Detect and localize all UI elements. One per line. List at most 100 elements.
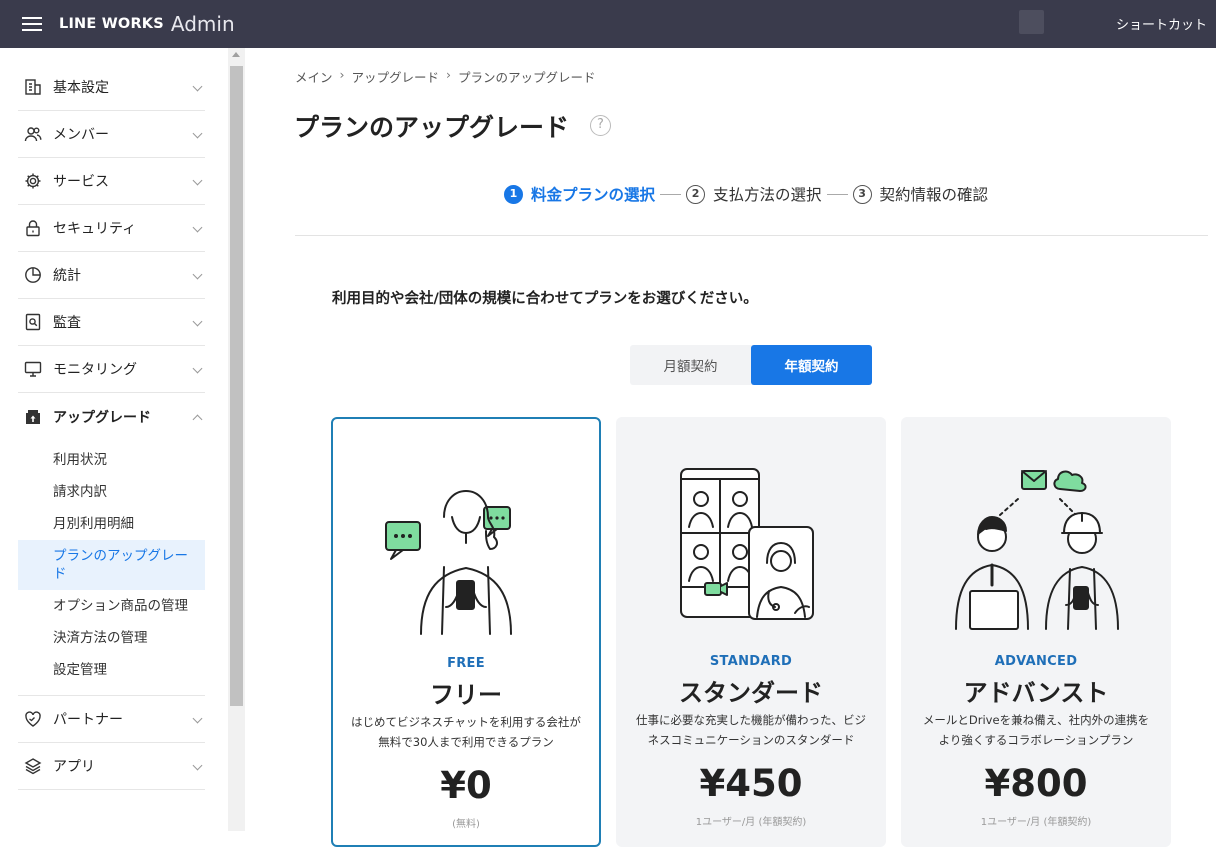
submenu-item-settings-management[interactable]: 設定管理	[18, 654, 205, 686]
section-divider	[295, 235, 1208, 236]
collaboration-illustration-icon	[955, 470, 1119, 630]
sidebar-item-label: 監査	[53, 315, 81, 331]
hamburger-menu-icon[interactable]	[22, 17, 42, 31]
sidebar-menu: 基本設定 メンバー サービス セキュリティ 統計 監査 モニタリング アップグレ…	[18, 64, 205, 790]
breadcrumb-separator-icon: ›	[446, 67, 452, 82]
submenu-item-monthly-usage[interactable]: 月別利用明細	[18, 508, 205, 540]
upgrade-icon	[23, 407, 43, 427]
sidebar-item-statistics[interactable]: 統計	[18, 252, 205, 299]
brand-logo[interactable]: LINE WORKS	[59, 16, 164, 32]
step-1: 1 料金プランの選択	[504, 183, 655, 205]
annual-contract-button[interactable]: 年額契約	[751, 345, 872, 385]
plan-name: フリー	[430, 681, 502, 709]
sidebar: 基本設定 メンバー サービス セキュリティ 統計 監査 モニタリング アップグレ…	[0, 48, 228, 831]
sidebar-item-members[interactable]: メンバー	[18, 111, 205, 158]
billing-period-toggle: 月額契約 年額契約	[630, 345, 872, 385]
plan-price-unit: 1ユーザー/月 (年額契約)	[695, 817, 807, 828]
chevron-down-icon	[192, 363, 203, 374]
plan-price-unit: (無料)	[452, 819, 480, 830]
step-label: 支払方法の選択	[713, 186, 822, 204]
progress-steps: 1 料金プランの選択 2 支払方法の選択 3 契約情報の確認	[504, 183, 988, 205]
step-number: 1	[504, 184, 523, 204]
sidebar-item-basic-settings[interactable]: 基本設定	[18, 64, 205, 111]
plan-description: 仕事に必要な充実した機能が備わった、ビジネスコミュニケーションのスタンダード	[636, 713, 866, 747]
plan-tier: FREE	[447, 656, 485, 671]
top-bar: LINE WORKS Admin ショートカット	[0, 0, 1216, 48]
sidebar-item-audit[interactable]: 監査	[18, 299, 205, 346]
shortcut-link[interactable]: ショートカット	[1116, 14, 1207, 33]
submenu-item-payment-method[interactable]: 決済方法の管理	[18, 622, 205, 654]
submenu-item-billing-details[interactable]: 請求内訳	[18, 476, 205, 508]
plan-card-free[interactable]: FREE フリー はじめてビジネスチャットを利用する会社が無料で30人まで利用で…	[331, 417, 601, 847]
sidebar-item-security[interactable]: セキュリティ	[18, 205, 205, 252]
audit-search-icon	[23, 312, 43, 332]
plan-description: はじめてビジネスチャットを利用する会社が無料で30人まで利用できるプラン	[351, 715, 581, 749]
sidebar-item-label: 基本設定	[53, 80, 109, 96]
chevron-down-icon	[192, 128, 203, 139]
sidebar-scrollbar-thumb[interactable]	[230, 66, 243, 706]
plan-price: ¥0	[440, 764, 492, 807]
plan-price-unit: 1ユーザー/月 (年額契約)	[980, 817, 1092, 828]
sidebar-item-upgrade[interactable]: アップグレード	[18, 393, 205, 440]
plan-card-standard[interactable]: STANDARD スタンダード 仕事に必要な充実した機能が備わった、ビジネスコミ…	[616, 417, 886, 847]
sidebar-item-label: モニタリング	[53, 362, 137, 378]
plan-name: スタンダード	[679, 679, 823, 707]
breadcrumb: メイン › アップグレード › プランのアップグレード	[295, 67, 596, 86]
video-call-illustration-icon	[680, 468, 814, 620]
sidebar-item-label: 統計	[53, 268, 81, 284]
members-icon	[23, 124, 43, 144]
sidebar-item-label: セキュリティ	[53, 221, 137, 237]
plan-name: アドバンスト	[963, 679, 1109, 707]
pie-chart-icon	[23, 265, 43, 285]
step-label: 契約情報の確認	[879, 186, 989, 204]
sidebar-item-label: サービス	[53, 174, 109, 190]
step-number: 3	[852, 184, 872, 204]
plan-price: ¥450	[699, 762, 803, 805]
plan-instruction: 利用目的や会社/団体の規模に合わせてプランをお選びください。	[332, 291, 758, 307]
submenu-item-usage[interactable]: 利用状況	[18, 444, 205, 476]
avatar[interactable]	[1019, 10, 1044, 34]
sidebar-item-monitoring[interactable]: モニタリング	[18, 346, 205, 393]
chevron-down-icon	[192, 81, 203, 92]
help-icon[interactable]: ?	[590, 115, 611, 136]
plan-tier: STANDARD	[709, 654, 793, 669]
breadcrumb-main[interactable]: メイン	[295, 67, 333, 86]
plan-price: ¥800	[984, 762, 1088, 805]
sidebar-item-services[interactable]: サービス	[18, 158, 205, 205]
submenu-item-plan-upgrade[interactable]: プランのアップグレード	[18, 540, 205, 590]
page-title: プランのアップグレード	[294, 113, 570, 142]
chevron-down-icon	[192, 760, 203, 771]
submenu-item-option-products[interactable]: オプション商品の管理	[18, 590, 205, 622]
chevron-down-icon	[192, 175, 203, 186]
chat-user-illustration-icon	[385, 490, 512, 635]
gear-icon	[23, 171, 43, 191]
chevron-down-icon	[192, 269, 203, 280]
sidebar-item-apps[interactable]: アプリ	[18, 743, 205, 790]
step-number: 2	[686, 184, 706, 204]
breadcrumb-separator-icon: ›	[339, 67, 345, 82]
step-connector	[660, 193, 682, 195]
sidebar-item-label: メンバー	[53, 127, 109, 143]
chevron-up-icon	[192, 414, 203, 425]
plan-tier: ADVANCED	[994, 654, 1078, 669]
plan-card-advanced[interactable]: ADVANCED アドバンスト メールとDriveを兼ね備え、社内外の連携をより…	[901, 417, 1171, 847]
layers-icon	[23, 756, 43, 776]
building-icon	[23, 77, 43, 97]
step-label: 料金プランの選択	[531, 186, 656, 204]
upgrade-submenu: 利用状況 請求内訳 月別利用明細 プランのアップグレード オプション商品の管理 …	[18, 440, 205, 696]
partner-icon	[23, 709, 43, 729]
scroll-up-arrow-icon[interactable]	[232, 52, 240, 57]
chevron-down-icon	[192, 713, 203, 724]
monthly-contract-button[interactable]: 月額契約	[630, 345, 751, 385]
plan-description: メールとDriveを兼ね備え、社内外の連携をより強くするコラボレーションプラン	[922, 713, 1150, 747]
sidebar-item-partner[interactable]: パートナー	[18, 696, 205, 743]
step-connector	[826, 193, 848, 195]
breadcrumb-upgrade[interactable]: アップグレード	[352, 67, 440, 86]
brand-admin-label: Admin	[170, 12, 235, 36]
monitor-icon	[23, 359, 43, 379]
chevron-down-icon	[192, 222, 203, 233]
sidebar-item-label: アプリ	[53, 759, 95, 775]
sidebar-item-label: パートナー	[53, 712, 123, 728]
sidebar-item-label: アップグレード	[53, 409, 151, 426]
breadcrumb-current: プランのアップグレード	[458, 70, 596, 85]
